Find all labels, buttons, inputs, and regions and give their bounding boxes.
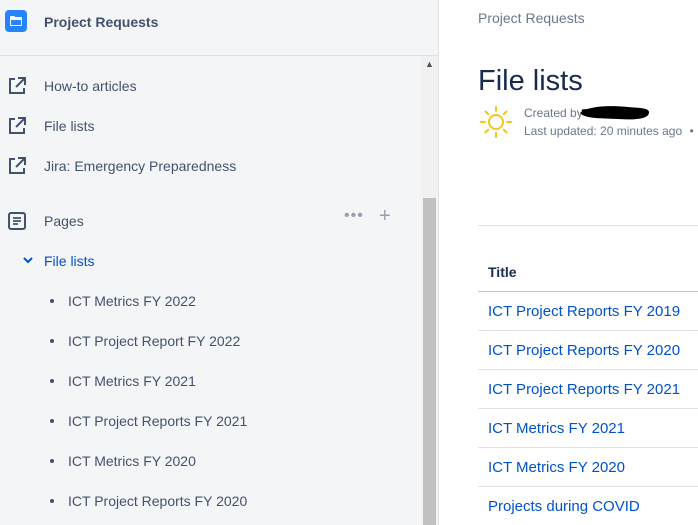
file-link[interactable]: ICT Metrics FY 2020 — [488, 459, 625, 476]
tree-child-item[interactable]: ICT Project Report FY 2022 — [0, 324, 420, 358]
space-title[interactable]: Project Requests — [44, 14, 158, 30]
table-row: Projects during COVID — [478, 486, 698, 525]
breadcrumb[interactable]: Project Requests — [478, 10, 585, 26]
shortcut-label: Jira: Emergency Preparedness — [44, 158, 237, 174]
space-header[interactable]: Project Requests — [0, 0, 438, 56]
bullet-icon — [50, 419, 54, 423]
last-updated-text: Last updated: 20 minutes ago • — [524, 124, 694, 138]
tree-child-label: ICT Metrics FY 2021 — [68, 373, 196, 389]
sidebar-scrollbar[interactable]: ▲ — [421, 56, 438, 525]
tree-child-item[interactable]: ICT Project Reports FY 2021 — [0, 404, 420, 438]
main-content: Project Requests File lists Created by L… — [439, 0, 698, 525]
sidebar: Project Requests How-to articles File li… — [0, 0, 439, 525]
scrollbar-thumb[interactable] — [423, 198, 436, 525]
tree-item-label: File lists — [44, 253, 95, 269]
space-folder-icon — [5, 10, 27, 32]
external-link-icon — [9, 77, 26, 94]
tree-child-item[interactable]: ICT Project Reports FY 2020 — [0, 484, 420, 518]
shortcut-file-lists[interactable]: File lists — [0, 109, 420, 143]
tree-item-file-lists[interactable]: File lists — [0, 244, 420, 278]
redacted-author-name — [580, 106, 650, 120]
tree-child-item[interactable]: ICT Metrics FY 2021 — [0, 364, 420, 398]
page-title: File lists — [478, 65, 583, 98]
pages-section-header[interactable]: Pages ••• + — [0, 204, 420, 238]
file-list-table: Title ICT Project Reports FY 2019 ICT Pr… — [478, 252, 698, 525]
file-link[interactable]: ICT Project Reports FY 2019 — [488, 303, 680, 320]
last-updated-label: Last updated: 20 minutes ago — [524, 124, 683, 138]
table-row: ICT Project Reports FY 2019 — [478, 291, 698, 331]
pages-label: Pages — [44, 213, 84, 229]
table-header-row: Title — [478, 252, 698, 292]
shortcut-label: How-to articles — [44, 78, 137, 94]
sun-avatar-icon[interactable] — [479, 105, 513, 139]
more-actions-icon[interactable]: ••• — [344, 207, 364, 225]
bullet-icon — [50, 459, 54, 463]
tree-child-item[interactable]: ICT Metrics FY 2020 — [0, 444, 420, 478]
file-link[interactable]: ICT Project Reports FY 2021 — [488, 381, 680, 398]
tree-child-label: ICT Project Report FY 2022 — [68, 333, 241, 349]
byline-separator: • — [689, 124, 694, 138]
scroll-up-arrow-icon[interactable]: ▲ — [421, 56, 438, 73]
table-row: ICT Metrics FY 2021 — [478, 408, 698, 448]
bullet-icon — [50, 499, 54, 503]
tree-child-label: ICT Metrics FY 2020 — [68, 453, 196, 469]
bullet-icon — [50, 379, 54, 383]
table-row: ICT Project Reports FY 2020 — [478, 330, 698, 370]
external-link-icon — [9, 117, 26, 134]
shortcut-how-to-articles[interactable]: How-to articles — [0, 69, 420, 103]
bullet-icon — [50, 299, 54, 303]
external-link-icon — [9, 157, 26, 174]
column-header-title: Title — [478, 252, 698, 292]
add-page-icon[interactable]: + — [379, 206, 391, 226]
table-row: ICT Metrics FY 2020 — [478, 447, 698, 487]
tree-child-label: ICT Metrics FY 2022 — [68, 293, 196, 309]
tree-child-item[interactable]: ICT Metrics FY 2022 — [0, 284, 420, 318]
created-by-text: Created by — [524, 106, 583, 120]
shortcut-jira-emergency-preparedness[interactable]: Jira: Emergency Preparedness — [0, 149, 420, 183]
shortcut-label: File lists — [44, 118, 95, 134]
bullet-icon — [50, 339, 54, 343]
tree-child-label: ICT Project Reports FY 2020 — [68, 493, 248, 509]
file-link[interactable]: ICT Project Reports FY 2020 — [488, 342, 680, 359]
table-row: ICT Project Reports FY 2021 — [478, 369, 698, 409]
file-link[interactable]: ICT Metrics FY 2021 — [488, 420, 625, 437]
tree-child-label: ICT Project Reports FY 2021 — [68, 413, 248, 429]
content-divider — [478, 225, 698, 226]
chevron-down-icon[interactable] — [22, 254, 34, 266]
pages-icon — [8, 212, 26, 230]
file-link[interactable]: Projects during COVID — [488, 498, 640, 515]
